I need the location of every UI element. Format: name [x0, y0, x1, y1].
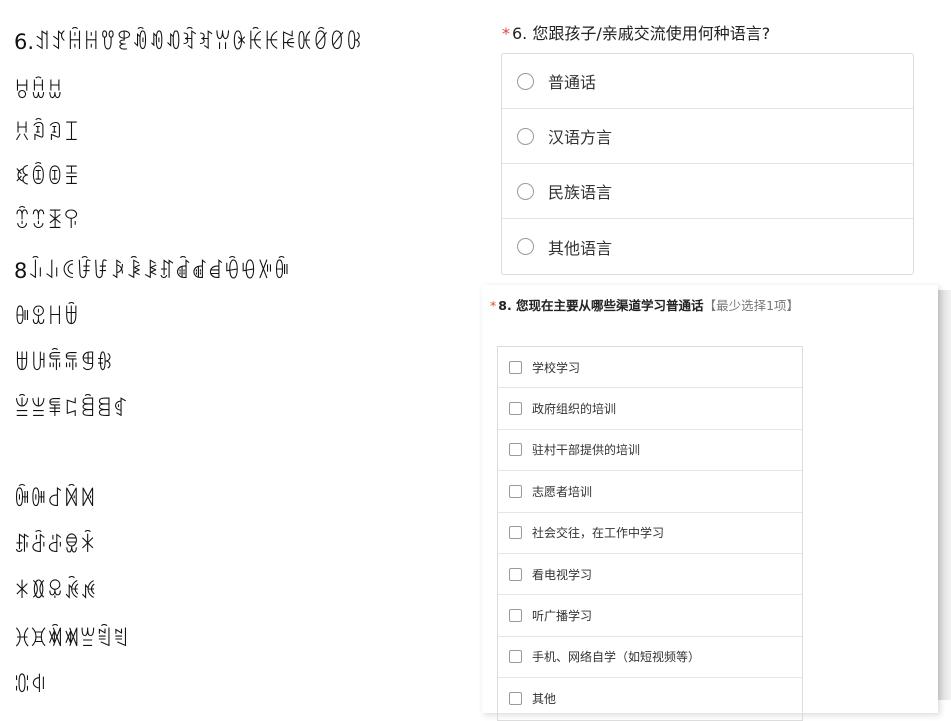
script-line: 6.ꀊꀋꀌꀍꀎꀏꀐꀑꀒꀓꀔꀕꀖꀗꀘꀙꀚꀛꀜꀝ: [14, 30, 363, 54]
radio-button[interactable]: [517, 127, 534, 145]
script-line: ꁎꁏꁐꁑꁒ: [14, 487, 97, 511]
script-line: ꁓꁔꁕꁖꁗ: [14, 533, 97, 557]
radio-option-dialect[interactable]: 汉语方言: [502, 109, 913, 164]
script-line: ꁇꁈꁉꁊꁋꁌꁍ: [14, 397, 129, 421]
required-mark: *: [490, 298, 497, 313]
script-line: ꁝꁞꁟꁠꁡꁢꁣ: [14, 627, 129, 651]
checkbox-option[interactable]: 驻村干部提供的培训: [498, 430, 802, 472]
script-line: ꀥꀦꀧꀨ: [14, 165, 80, 189]
checkbox[interactable]: [509, 526, 522, 540]
question-8-title: * 8. 您现在主要从哪些渠道学习普通话【最少选择1项】: [490, 296, 810, 315]
checkbox-option-label: 学校学习: [532, 360, 581, 375]
question-6-options: 普通话 汉语方言 民族语言 其他语言: [501, 53, 914, 275]
radio-option-other[interactable]: 其他语言: [502, 219, 913, 274]
radio-button[interactable]: [517, 182, 534, 200]
checkbox-option[interactable]: 听广播学习: [498, 595, 802, 637]
checkbox-option[interactable]: 政府组织的培训: [498, 388, 802, 430]
checkbox-option[interactable]: 手机、网络自学（如短视频等）: [498, 637, 802, 679]
checkbox-option[interactable]: 学校学习: [498, 347, 802, 389]
radio-option-mandarin[interactable]: 普通话: [502, 54, 913, 109]
checkbox[interactable]: [509, 402, 522, 416]
checkbox-option[interactable]: 社会交往，在工作中学习: [498, 513, 802, 554]
script-line: 8ꀭꀮꀯꀰꀱꀲꀳꀴꀵꀶꀷꀸꀹꀺꀻꀼ: [14, 259, 290, 283]
checkbox-option-label: 手机、网络自学（如短视频等）: [532, 650, 701, 665]
radio-button[interactable]: [517, 238, 534, 255]
radio-option-label: 民族语言: [548, 183, 613, 202]
radio-option-label: 普通话: [548, 73, 597, 92]
question-8-hint: 【最少选择1项】: [703, 298, 800, 313]
checkbox-option-label: 志愿者培训: [532, 484, 593, 499]
checkbox-option-label: 听广播学习: [532, 609, 593, 624]
question-6-text: 6. 您跟孩子/亲戚交流使用何种语言?: [512, 24, 771, 43]
checkbox-option-label: 政府组织的培训: [532, 402, 617, 417]
question-6-card: * 6. 您跟孩子/亲戚交流使用何种语言? 普通话 汉语方言 民族语言 其他语言: [490, 0, 951, 290]
script-line: ꀡꀢꀣꀤ: [14, 121, 80, 145]
checkbox[interactable]: [509, 567, 522, 581]
required-mark: *: [502, 24, 510, 43]
script-line: ꁘꁙꁚꁛꁜ: [14, 579, 97, 603]
checkbox[interactable]: [509, 609, 522, 623]
checkbox-option-label: 看电视学习: [532, 567, 593, 582]
checkbox-option-label: 社会交往，在工作中学习: [532, 526, 665, 541]
script-line: ꀩꀪꀫꀬ: [14, 209, 80, 233]
checkbox[interactable]: [509, 443, 522, 457]
radio-button[interactable]: [517, 72, 534, 90]
script-line: ꁤꁥ: [14, 673, 47, 697]
radio-option-label: 汉语方言: [548, 128, 613, 147]
checkbox-option-label: 其他: [532, 692, 557, 707]
radio-option-label: 其他语言: [548, 238, 613, 258]
checkbox-option-label: 驻村干部提供的培训: [532, 443, 641, 458]
checkbox[interactable]: [509, 650, 522, 664]
checkbox-option[interactable]: 看电视学习: [498, 554, 802, 596]
checkbox[interactable]: [509, 692, 522, 706]
question-6-title: * 6. 您跟孩子/亲戚交流使用何种语言?: [502, 20, 770, 44]
question-8-card: * 8. 您现在主要从哪些渠道学习普通话【最少选择1项】 学校学习 政府组织的培训…: [482, 285, 938, 721]
question-8-text: 8. 您现在主要从哪些渠道学习普通话: [498, 298, 704, 313]
checkbox[interactable]: [509, 360, 522, 374]
checkbox-option[interactable]: 志愿者培训: [498, 471, 802, 513]
script-line: ꁁꁂꁃꁄꁅꁆ: [14, 351, 113, 375]
script-line: ꀞꀟꀠ: [14, 79, 64, 103]
script-line: ꀽꀾꀿꁀ: [14, 305, 80, 329]
checkbox[interactable]: [509, 484, 522, 498]
checkbox-option[interactable]: 其他: [498, 678, 802, 719]
question-8-options: 学校学习 政府组织的培训 驻村干部提供的培训 志愿者培训 社会交往，在工作中学习…: [497, 346, 803, 721]
radio-option-ethnic[interactable]: 民族语言: [502, 164, 913, 219]
